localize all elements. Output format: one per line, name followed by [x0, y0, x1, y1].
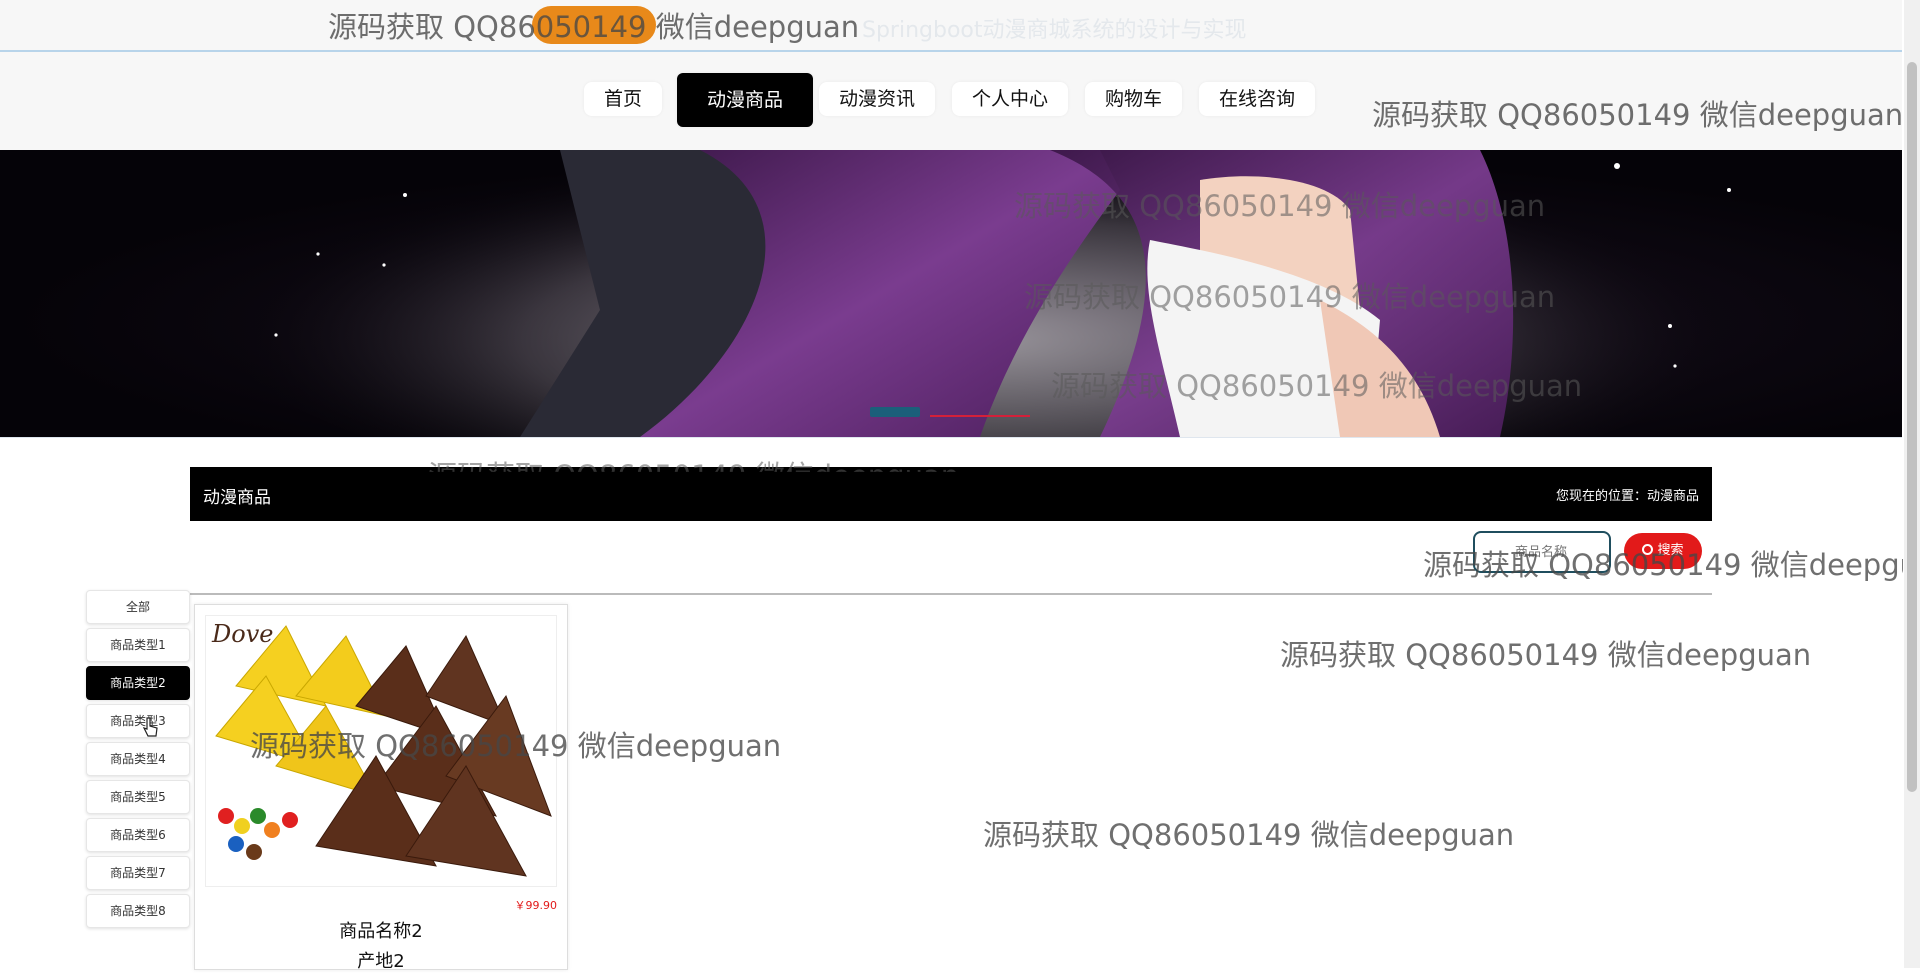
category-all[interactable]: 全部: [86, 590, 190, 624]
category-type-6[interactable]: 商品类型6: [86, 818, 190, 852]
banner-carousel[interactable]: [0, 150, 1902, 437]
site-title: Springboot动漫商城系统的设计与实现: [862, 18, 1247, 43]
search-icon: [1642, 544, 1654, 555]
breadcrumb: 您现在的位置：动漫商品: [1555, 489, 1699, 504]
watermark: 源码获取 QQ86050149 微信deepguan: [983, 818, 1515, 852]
product-brand: Dove: [211, 620, 273, 648]
category-type-8[interactable]: 商品类型8: [86, 894, 190, 928]
product-image[interactable]: Dove: [205, 615, 557, 887]
nav-item-personal-center[interactable]: 个人中心: [952, 82, 1069, 116]
divider: [190, 593, 1712, 595]
category-type-3[interactable]: 商品类型3: [86, 704, 190, 738]
search-button-label: 搜索: [1657, 543, 1684, 558]
category-type-5[interactable]: 商品类型5: [86, 780, 190, 814]
nav-item-anime-goods[interactable]: 动漫商品: [677, 73, 814, 127]
product-price: ￥99.90: [514, 899, 558, 912]
section-title: 动漫商品: [203, 488, 271, 508]
nav-item-consult[interactable]: 在线咨询: [1199, 82, 1316, 116]
watermark: 源码获取 QQ86050149 微信deepguan: [1280, 638, 1812, 672]
mouse-cursor-icon: [142, 717, 158, 737]
search-button[interactable]: 搜索: [1624, 533, 1702, 569]
top-bar: Springboot动漫商城系统的设计与实现: [0, 0, 1902, 52]
scrollbar-thumb[interactable]: [1907, 62, 1917, 792]
carousel-indicator[interactable]: [930, 415, 1030, 417]
search-input[interactable]: [1473, 531, 1611, 573]
product-card[interactable]: Dove ￥99.90 商品名称2 产地2: [194, 604, 568, 972]
product-name[interactable]: 商品名称2: [195, 917, 567, 943]
banner-bottom-edge: [0, 437, 1902, 450]
product-origin: 产地2: [357, 951, 405, 972]
nav-item-cart[interactable]: 购物车: [1085, 82, 1183, 116]
category-type-7[interactable]: 商品类型7: [86, 856, 190, 890]
nav-item-anime-news[interactable]: 动漫资讯: [819, 82, 936, 116]
carousel-indicator-active[interactable]: [870, 407, 920, 417]
nav-item-home[interactable]: 首页: [584, 82, 663, 116]
category-type-2[interactable]: 商品类型2: [86, 666, 190, 700]
category-type-4[interactable]: 商品类型4: [86, 742, 190, 776]
section-header: 动漫商品 您现在的位置：动漫商品: [190, 467, 1712, 521]
main-nav: [0, 52, 1902, 150]
banner-image: [220, 150, 1740, 437]
site-logo[interactable]: [532, 6, 656, 44]
category-type-1[interactable]: 商品类型1: [86, 628, 190, 662]
